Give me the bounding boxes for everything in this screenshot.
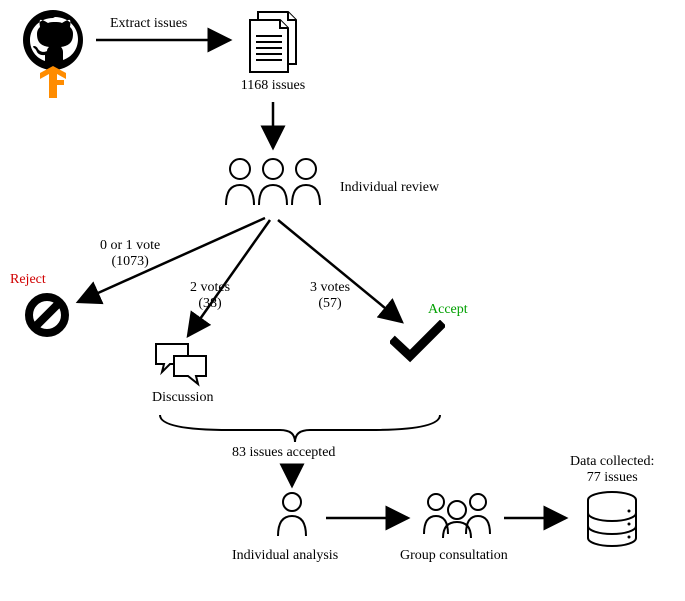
group-consultation-group	[418, 490, 496, 538]
branch-left-line1: 0 or 1 vote	[100, 238, 160, 254]
documents-icon	[238, 8, 308, 78]
branch-middle-line1: 2 votes	[190, 280, 230, 296]
prohibit-icon-wrap	[24, 292, 70, 338]
individual-review-label: Individual review	[340, 180, 439, 196]
individual-analysis-label: Individual analysis	[232, 548, 338, 564]
branch-right-line1: 3 votes	[310, 280, 350, 296]
accept-label: Accept	[428, 302, 468, 318]
extract-issues-label: Extract issues	[110, 16, 187, 32]
review-group	[218, 155, 328, 210]
issues-count-label: 1168 issues	[238, 78, 308, 94]
accepted-count-label: 83 issues accepted	[232, 445, 335, 461]
data-collected-line1: Data collected:	[570, 454, 654, 470]
branch-left-label: 0 or 1 vote (1073)	[100, 238, 160, 270]
person-icon	[272, 490, 312, 538]
checkmark-icon-wrap	[390, 320, 445, 365]
source-logo	[18, 8, 88, 98]
branch-right-line2: (57)	[310, 296, 350, 312]
discussion-icon-wrap: Discussion	[152, 340, 213, 406]
prohibit-icon	[24, 292, 70, 338]
speech-bubbles-icon	[152, 340, 212, 390]
reject-label: Reject	[10, 272, 46, 288]
branch-middle-line2: (38)	[190, 296, 230, 312]
branch-right-label: 3 votes (57)	[310, 280, 350, 312]
data-collected-line2: 77 issues	[570, 470, 654, 486]
individual-analysis-group	[272, 490, 312, 538]
group-icon	[418, 490, 496, 538]
group-consultation-label: Group consultation	[400, 548, 508, 564]
people-icon	[218, 155, 328, 210]
checkmark-icon	[390, 320, 445, 365]
data-collected-group: Data collected: 77 issues	[570, 454, 654, 550]
database-icon	[582, 490, 642, 550]
branch-left-line2: (1073)	[100, 254, 160, 270]
branch-middle-label: 2 votes (38)	[190, 280, 230, 312]
github-tensorflow-icon	[18, 8, 88, 98]
documents-icon-group: 1168 issues	[238, 8, 308, 94]
discussion-label: Discussion	[152, 390, 213, 406]
